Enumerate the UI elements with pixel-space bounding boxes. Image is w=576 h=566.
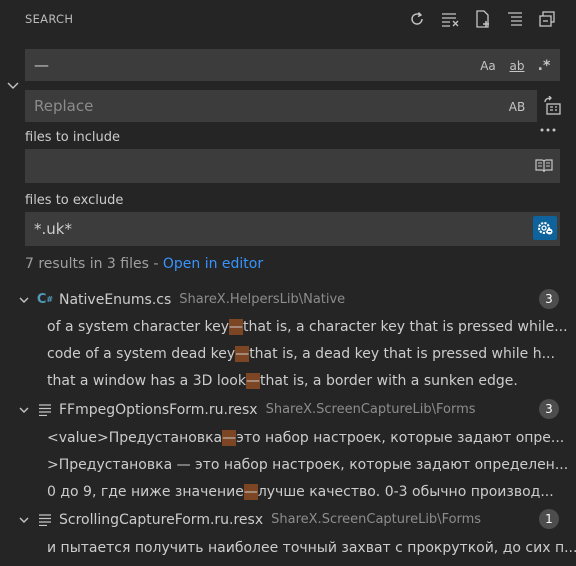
result-match-row[interactable]: >Предустановка — это набор настроек, кот… xyxy=(0,451,576,478)
match-highlight: — xyxy=(222,429,237,446)
include-label: files to include xyxy=(25,130,120,145)
regex-label: .* xyxy=(537,58,551,74)
match-text-after: that is, a dead key that is pressed whil… xyxy=(249,345,555,362)
result-file-row[interactable]: ScrollingCaptureForm.ru.resx ShareX.Scre… xyxy=(0,506,576,533)
toggle-search-details-button[interactable] xyxy=(538,122,558,138)
result-file-path: ShareX.HelpersLib\Native xyxy=(179,292,346,307)
book-icon xyxy=(535,159,553,173)
panel-title: SEARCH xyxy=(25,12,74,26)
result-file-name: NativeEnums.cs xyxy=(59,291,172,308)
new-search-editor-icon xyxy=(476,10,489,28)
result-count-badge: 1 xyxy=(539,509,559,529)
clear-results-button[interactable] xyxy=(439,8,461,30)
chevron-down-icon xyxy=(13,404,35,416)
result-match-row[interactable]: и пытается получить наиболее точный захв… xyxy=(0,534,576,561)
chevron-down-icon xyxy=(13,514,35,526)
include-input[interactable] xyxy=(26,150,462,182)
collapse-all-button[interactable] xyxy=(504,8,526,30)
result-file-row[interactable]: C # NativeEnums.cs ShareX.HelpersLib\Nati… xyxy=(0,286,576,313)
result-file-row[interactable]: FFmpegOptionsForm.ru.resx ShareX.ScreenC… xyxy=(0,396,576,423)
replace-all-icon xyxy=(544,96,561,115)
match-text-before: и пытается получить наиболее точный захв… xyxy=(47,539,576,556)
results-count: 7 results in 3 files - xyxy=(25,256,163,272)
match-text-after: это набор настроек, которые задают опре.… xyxy=(236,429,565,446)
include-box xyxy=(25,149,560,183)
csharp-icon: C # xyxy=(36,292,54,307)
match-highlight: — xyxy=(235,345,250,362)
result-file-path: ShareX.ScreenCaptureLib\Forms xyxy=(265,402,476,417)
match-text-before: <value>Предустановка xyxy=(47,429,223,446)
match-text-before: that a window has a 3D look xyxy=(47,372,246,389)
collapse-all-icon xyxy=(508,12,522,26)
chevron-down-icon xyxy=(13,294,35,306)
result-match-row[interactable]: <value>Предустановка — это набор настрое… xyxy=(0,424,576,451)
gear-icon xyxy=(538,222,553,235)
match-text-before: of a system character key xyxy=(47,318,230,335)
search-box: Aa ab .* xyxy=(25,49,560,81)
open-editors-only-toggle[interactable] xyxy=(533,156,555,176)
refresh-icon xyxy=(411,12,423,25)
preserve-case-toggle[interactable]: AB xyxy=(506,97,528,117)
result-count-badge: 3 xyxy=(539,399,559,419)
replace-input[interactable] xyxy=(26,91,462,121)
result-file-name: FFmpegOptionsForm.ru.resx xyxy=(59,401,258,418)
result-file-path: ShareX.ScreenCaptureLib\Forms xyxy=(271,512,482,527)
use-exclude-settings-toggle[interactable] xyxy=(533,216,557,240)
clear-results-icon xyxy=(442,13,459,27)
result-match-row[interactable]: 0 до 9, где ниже значение — лучше качест… xyxy=(0,478,576,505)
refresh-button[interactable] xyxy=(406,8,428,30)
replace-all-button[interactable] xyxy=(541,95,563,117)
match-case-toggle[interactable]: Aa xyxy=(477,56,499,76)
match-text-before: 0 до 9, где ниже значение xyxy=(47,483,244,500)
match-text-after: that is, a character key that is pressed… xyxy=(243,318,568,335)
whole-word-toggle[interactable]: ab xyxy=(505,56,529,76)
new-search-editor-button[interactable] xyxy=(472,8,494,30)
match-text-after: that is, a border with a sunken edge. xyxy=(259,372,518,389)
preserve-case-label: AB xyxy=(508,100,526,114)
result-match-row[interactable]: of a system character key — that is, a c… xyxy=(0,313,576,340)
regex-toggle[interactable]: .* xyxy=(533,56,555,76)
result-file-name: ScrollingCaptureForm.ru.resx xyxy=(59,511,264,528)
match-highlight: — xyxy=(243,483,258,500)
match-text-before: code of a system dead key xyxy=(47,345,236,362)
open-in-editor-link[interactable]: Open in editor xyxy=(163,256,263,272)
match-highlight: — xyxy=(229,318,244,335)
expand-all-button[interactable] xyxy=(536,8,558,30)
match-case-label: Aa xyxy=(480,59,496,73)
match-highlight: — xyxy=(245,372,260,389)
results-summary: 7 results in 3 files - Open in editor xyxy=(25,256,263,272)
result-count-badge: 3 xyxy=(539,289,559,309)
ellipsis-icon xyxy=(540,128,556,132)
expand-all-icon xyxy=(539,11,555,27)
exclude-input[interactable] xyxy=(26,213,462,245)
whole-word-label: ab xyxy=(509,59,525,73)
match-text-before: >Предустановка — это набор настроек, кот… xyxy=(47,456,569,473)
chevron-down-icon xyxy=(7,82,19,89)
result-match-row[interactable]: code of a system dead key — that is, a d… xyxy=(0,340,576,367)
lines-icon xyxy=(35,513,55,526)
result-match-row[interactable]: that a window has a 3D look — that is, a… xyxy=(0,367,576,394)
exclude-box xyxy=(25,212,560,246)
exclude-label: files to exclude xyxy=(25,193,124,208)
replace-box: AB xyxy=(25,90,537,122)
toggle-replace-button[interactable] xyxy=(4,76,22,94)
search-input[interactable] xyxy=(26,50,462,80)
match-text-after: лучше качество. 0-3 обычно производ... xyxy=(257,483,554,500)
lines-icon xyxy=(35,403,55,416)
